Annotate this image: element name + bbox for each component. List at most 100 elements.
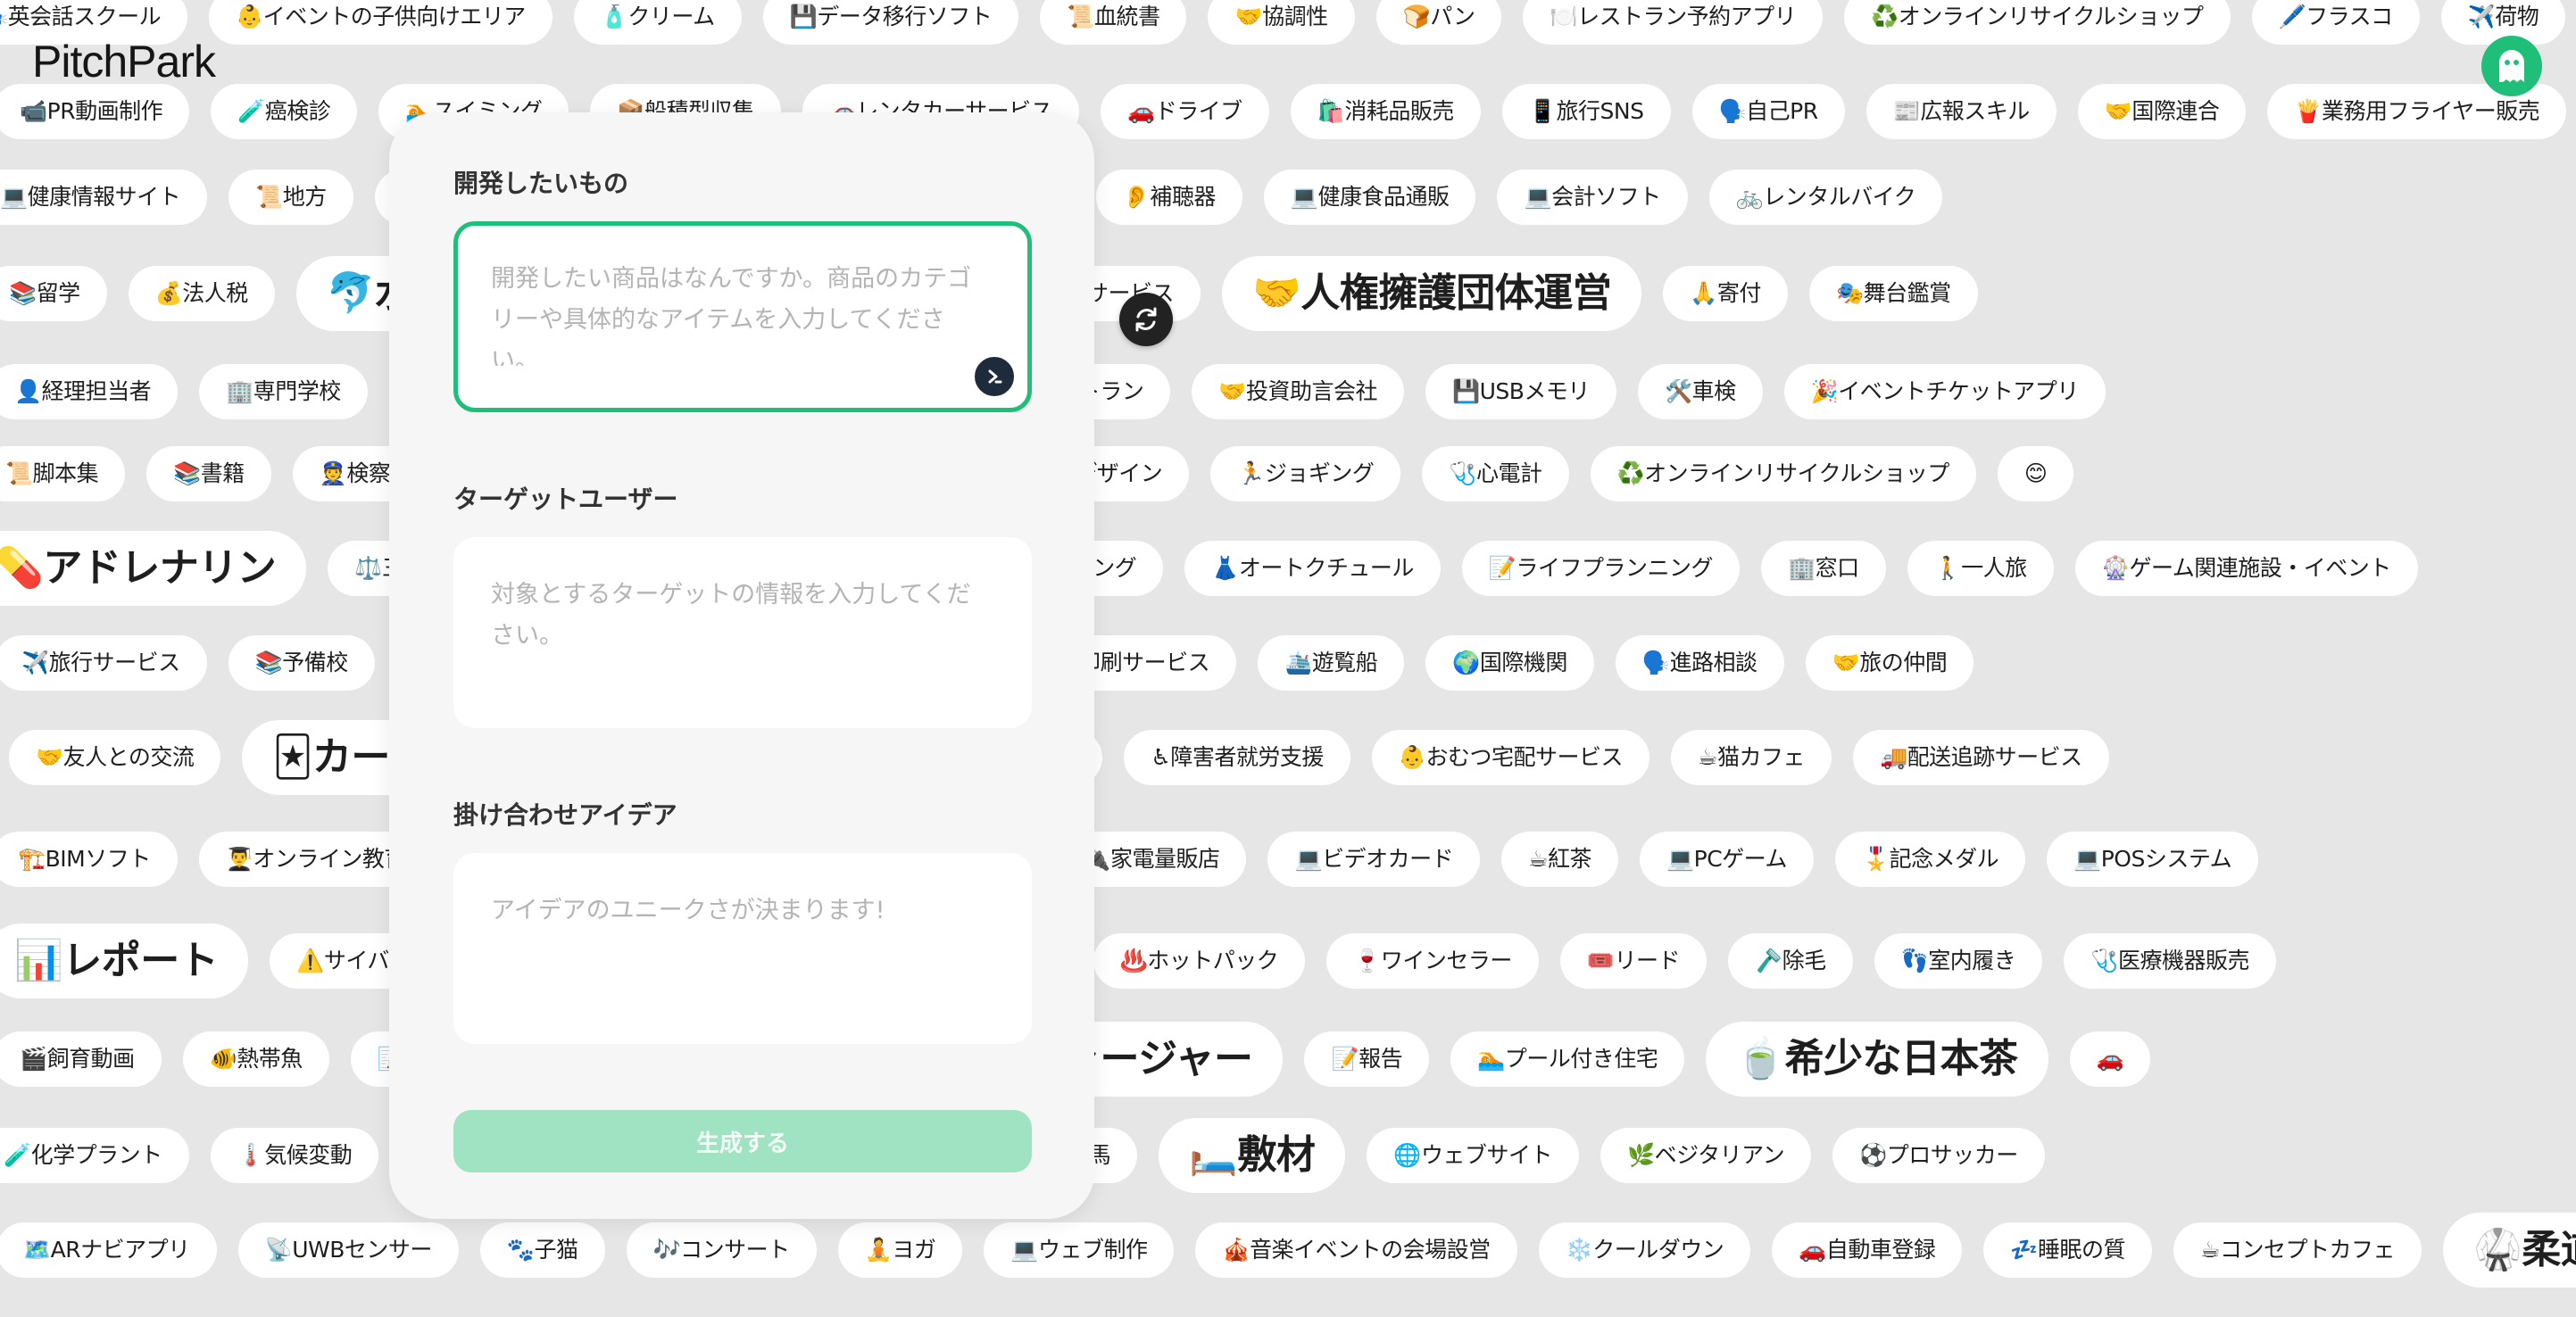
tag-chip[interactable]: 🤝国際連合 <box>2077 84 2247 139</box>
generate-button[interactable]: 生成する <box>453 1110 1032 1172</box>
tag-chip[interactable]: 🥋柔道着 <box>2442 1213 2576 1288</box>
tag-chip[interactable]: 📝ライフプランニング <box>1461 541 1741 596</box>
tag-chip[interactable]: 🛠️車検 <box>1637 364 1763 419</box>
tag-chip[interactable]: 🎬飼育動画 <box>0 1031 162 1087</box>
product-input[interactable] <box>491 259 991 366</box>
tag-chip[interactable]: 🪒除毛 <box>1728 933 1853 989</box>
target-field[interactable] <box>453 537 1032 728</box>
tag-chip[interactable]: 🖊️フラスコ <box>2251 0 2420 45</box>
tag-chip[interactable]: ♿障害者就労支援 <box>1124 730 1350 785</box>
tag-chip[interactable]: 🍽️レストラン予約アプリ <box>1523 0 1824 45</box>
tag-chip[interactable]: 📜脚本集 <box>0 446 126 501</box>
tag-chip[interactable]: 😊 <box>1997 446 2074 501</box>
tag-chip[interactable]: 📡UWBセンサー <box>237 1222 459 1278</box>
tag-chip[interactable]: ☕コンセプトカフェ <box>2173 1222 2422 1278</box>
tag-chip[interactable]: 📚書籍 <box>146 446 271 501</box>
tag-chip[interactable]: 👤経理担当者 <box>0 364 179 419</box>
tag-chip[interactable]: 🤝協調性 <box>1208 0 1355 45</box>
tag-chip[interactable]: 🗣️進路相談 <box>1615 635 1784 691</box>
tag-chip[interactable]: 💻ウェブ制作 <box>984 1222 1175 1278</box>
tag-chip[interactable]: ❄️クールダウン <box>1538 1222 1751 1278</box>
tag-chip[interactable]: ♻️オンラインリサイクルショップ <box>1844 0 2231 45</box>
tag-chip[interactable]: 📚予備校 <box>228 635 375 691</box>
tag-chip[interactable]: ✈️旅行サービス <box>0 635 207 691</box>
tag-chip[interactable]: 🤝友人との交流 <box>9 730 221 785</box>
tag-chip[interactable]: 📜血統書 <box>1040 0 1187 45</box>
tag-chip[interactable]: 🐾子猫 <box>479 1222 605 1278</box>
tag-chip[interactable]: 🎡ゲーム関連施設・イベント <box>2074 541 2418 596</box>
tag-chip[interactable]: 🎖️記念メダル <box>1834 832 2026 887</box>
tag-chip[interactable]: 🎉イベントチケットアプリ <box>1783 364 2106 419</box>
app-logo[interactable]: PitchPark <box>32 36 216 87</box>
tag-chip[interactable]: 🧪癌検診 <box>211 84 358 139</box>
tag-chip[interactable]: 🧪化学プラント <box>0 1128 189 1183</box>
tag-chip[interactable]: 📊レポート <box>0 924 249 998</box>
tag-chip[interactable]: 🌍国際機関 <box>1425 635 1594 691</box>
tag-chip[interactable]: 🙏寄付 <box>1663 266 1788 321</box>
tag-chip[interactable]: 📹PR動画制作 <box>0 84 190 139</box>
tag-chip[interactable]: 📜地方 <box>229 170 353 225</box>
ai-assist-icon[interactable] <box>972 354 1017 399</box>
tag-chip[interactable]: 💾データ移行ソフト <box>762 0 1019 45</box>
tag-chip[interactable]: 🩺医療機器販売 <box>2064 933 2276 989</box>
tag-chip[interactable]: 🏢専門学校 <box>199 364 368 419</box>
tag-chip[interactable]: 🎟️リード <box>1559 933 1708 989</box>
tag-chip[interactable]: ☕紅茶 <box>1501 832 1619 887</box>
tag-chip[interactable]: 📱旅行SNS <box>1501 84 1671 139</box>
tag-chip[interactable]: 📚留学 <box>0 266 107 321</box>
tag-chip[interactable]: ♨️ホットパック <box>1093 933 1306 989</box>
refresh-button[interactable] <box>1119 293 1173 346</box>
tag-chip[interactable]: 🏗️BIMソフト <box>0 832 178 887</box>
tag-chip[interactable]: ☕猫カフェ <box>1671 730 1832 785</box>
tag-chip[interactable]: 🚲レンタルバイク <box>1708 170 1943 225</box>
tag-chip[interactable]: 🚶一人旅 <box>1907 541 2054 596</box>
tag-chip[interactable]: 🧴クリーム <box>573 0 742 45</box>
tag-chip[interactable]: 🌐ウェブサイト <box>1367 1128 1580 1183</box>
tag-chip[interactable]: 🚗 <box>2069 1031 2151 1087</box>
tag-chip[interactable]: 🍞パン <box>1375 0 1502 45</box>
tag-chip[interactable]: 🏢窓口 <box>1761 541 1886 596</box>
tag-chip[interactable]: 👂補聴器 <box>1095 170 1242 225</box>
tag-chip[interactable]: 👶おむつ宅配サービス <box>1371 730 1650 785</box>
tag-chip[interactable]: 💻会計ソフト <box>1497 170 1688 225</box>
target-input[interactable] <box>491 575 991 682</box>
tag-chip[interactable]: 💻PCゲーム <box>1640 832 1814 887</box>
tag-chip[interactable]: 🤝旅の仲間 <box>1805 635 1974 691</box>
tag-chip[interactable]: 🌿ベジタリアン <box>1600 1128 1812 1183</box>
tag-chip[interactable]: 🚗自動車登録 <box>1772 1222 1963 1278</box>
tag-chip[interactable]: 👶イベントの子供向けエリア <box>209 0 553 45</box>
tag-chip[interactable]: 💾USBメモリ <box>1425 364 1616 419</box>
tag-chip[interactable]: 👗オートクチュール <box>1184 541 1441 596</box>
tag-chip[interactable]: 💊アドレナリン <box>0 531 307 606</box>
tag-chip[interactable]: 👣室内履き <box>1874 933 2043 989</box>
combo-input[interactable] <box>491 890 991 998</box>
tag-chip[interactable]: 🗣️自己PR <box>1691 84 1845 139</box>
tag-chip[interactable]: 🍷ワインセラー <box>1326 933 1539 989</box>
tag-chip[interactable]: 💻健康情報サイト <box>0 170 208 225</box>
tag-chip[interactable]: 📝報告 <box>1304 1031 1430 1087</box>
tag-chip[interactable]: 🐠熱帯魚 <box>182 1031 329 1087</box>
tag-chip[interactable]: ♻️オンラインリサイクルショップ <box>1590 446 1976 501</box>
tag-chip[interactable]: 🎭舞台鑑賞 <box>1808 266 1978 321</box>
tag-chip[interactable]: ⚽プロサッカー <box>1832 1128 2045 1183</box>
user-avatar-icon[interactable] <box>2481 36 2542 96</box>
tag-chip[interactable]: 🚚配送追跡サービス <box>1852 730 2109 785</box>
tag-chip[interactable]: 🤝投資助言会社 <box>1192 364 1404 419</box>
tag-chip[interactable]: 🤝人権擁護団体運営 <box>1222 256 1642 331</box>
tag-chip[interactable]: 🛳️遊覧船 <box>1258 635 1405 691</box>
tag-chip[interactable]: 💻健康食品通販 <box>1263 170 1476 225</box>
product-field[interactable] <box>453 221 1032 412</box>
tag-chip[interactable]: 🛍️消耗品販売 <box>1290 84 1481 139</box>
tag-chip[interactable]: 💤睡眠の質 <box>1983 1222 2153 1278</box>
tag-chip[interactable]: 🎪音楽イベントの会場設営 <box>1195 1222 1517 1278</box>
tag-chip[interactable]: 🎶コンサート <box>626 1222 817 1278</box>
tag-chip[interactable]: 🏃ジョギング <box>1210 446 1401 501</box>
combo-field[interactable] <box>453 853 1032 1044</box>
tag-chip[interactable]: 🛏️敷材 <box>1159 1118 1346 1193</box>
tag-chip[interactable]: 🩺心電計 <box>1422 446 1569 501</box>
tag-chip[interactable]: 💻POSシステム <box>2047 832 2259 887</box>
tag-chip[interactable]: 🗺️ARナビアプリ <box>0 1222 217 1278</box>
tag-chip[interactable]: 🧘ヨガ <box>837 1222 963 1278</box>
tag-chip[interactable]: 🌡️気候変動 <box>210 1128 379 1183</box>
tag-chip[interactable]: 📰広報スキル <box>1866 84 2057 139</box>
